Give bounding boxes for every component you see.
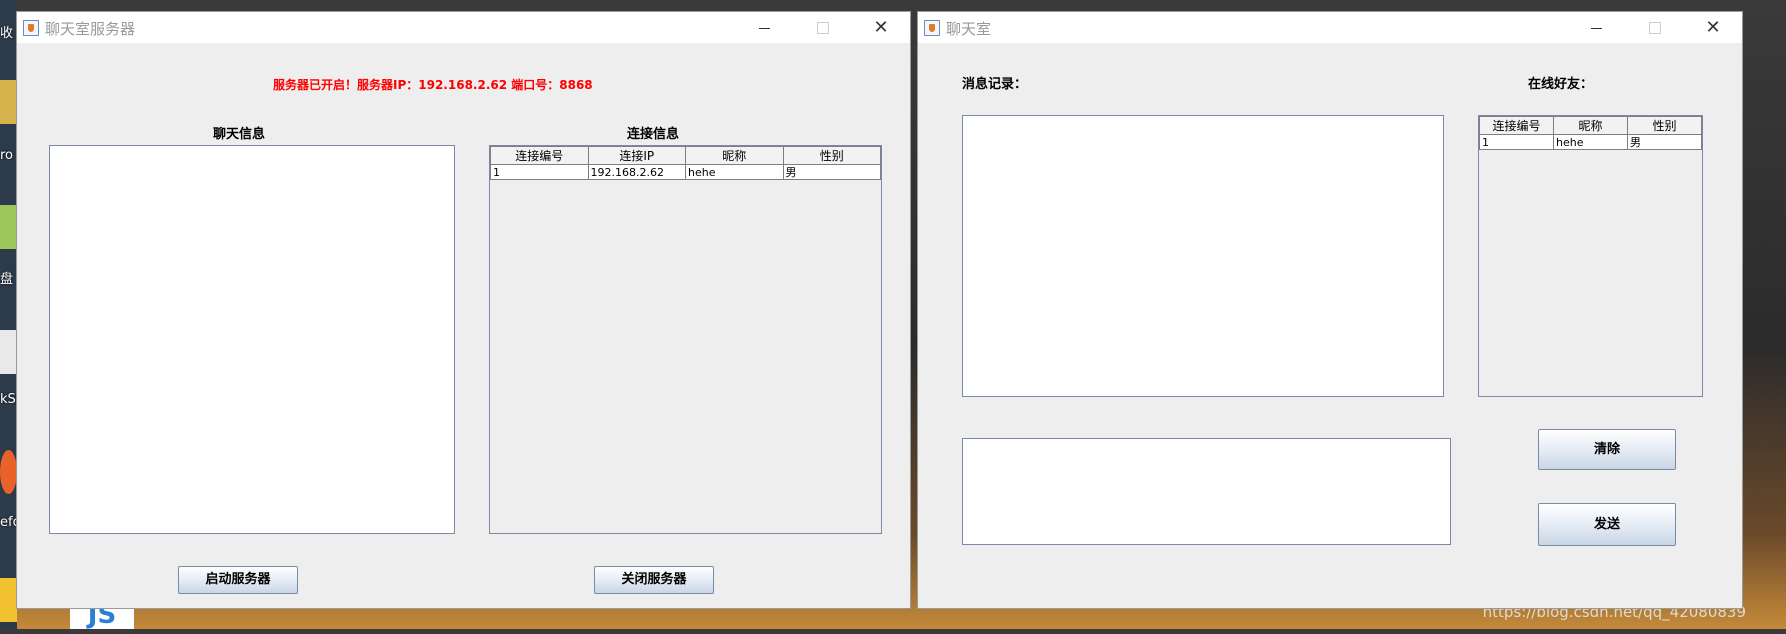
online-friends-table[interactable]: 连接编号 昵称 性别 1 hehe 男 — [1478, 115, 1703, 397]
desktop-icon-label[interactable]: ro — [0, 148, 17, 163]
table-header-row: 连接编号 昵称 性别 — [1479, 116, 1702, 135]
table-cell[interactable]: 1 — [1479, 134, 1554, 150]
column-header-nickname[interactable]: 昵称 — [685, 146, 784, 165]
table-cell[interactable]: 男 — [1627, 134, 1702, 150]
window-title: 聊天室服务器 — [45, 20, 136, 38]
desktop-icon-label[interactable]: kSp — [0, 392, 17, 407]
message-history-label: 消息记录： — [962, 77, 1028, 92]
close-button[interactable]: ✕ — [1684, 12, 1742, 43]
column-header-gender[interactable]: 性别 — [1627, 116, 1702, 135]
table-cell[interactable]: 男 — [782, 164, 881, 180]
table-cell[interactable]: hehe — [685, 164, 784, 180]
desktop-icon-label[interactable]: 盘 — [0, 268, 17, 287]
app-icon[interactable] — [0, 578, 17, 622]
start-server-button[interactable]: 启动服务器 — [178, 566, 298, 594]
minimize-button[interactable] — [736, 12, 794, 43]
column-header-nickname[interactable]: 昵称 — [1553, 116, 1628, 135]
column-header-gender[interactable]: 性别 — [782, 146, 881, 165]
title-bar[interactable]: 聊天室 ✕ — [918, 12, 1742, 43]
close-button[interactable]: ✕ — [852, 12, 910, 43]
send-button[interactable]: 发送 — [1538, 503, 1676, 546]
firefox-icon[interactable] — [0, 450, 17, 494]
folder-icon[interactable] — [0, 80, 17, 124]
table-cell[interactable]: 1 — [490, 164, 589, 180]
maximize-button[interactable] — [1626, 12, 1684, 43]
table-row[interactable]: 1 hehe 男 — [1479, 134, 1702, 150]
maximize-button[interactable] — [794, 12, 852, 43]
minimize-button[interactable] — [1568, 12, 1626, 43]
desktop-icon-strip: 收 ro 盘 kSp efo — [0, 0, 17, 629]
client-window: 聊天室 ✕ 消息记录： 在线好友： 连接编号 昵称 性别 1 hehe 男 清除… — [917, 11, 1743, 609]
document-icon[interactable] — [0, 330, 17, 374]
server-window: 聊天室服务器 ✕ 服务器已开启！服务器IP：192.168.2.62 端口号：8… — [16, 11, 911, 609]
connection-table[interactable]: 连接编号 连接IP 昵称 性别 1 192.168.2.62 hehe 男 — [489, 145, 882, 534]
message-input-textarea[interactable] — [962, 438, 1451, 545]
clear-button[interactable]: 清除 — [1538, 429, 1676, 470]
message-history-textarea[interactable] — [962, 115, 1444, 397]
server-status-text: 服务器已开启！服务器IP：192.168.2.62 端口号：8868 — [273, 78, 593, 92]
column-header-id[interactable]: 连接编号 — [490, 146, 589, 165]
chat-info-textarea[interactable] — [49, 145, 455, 534]
desktop-icon-label[interactable]: efo — [0, 515, 17, 530]
window-title: 聊天室 — [946, 20, 992, 38]
java-icon — [23, 20, 39, 36]
table-header-row: 连接编号 连接IP 昵称 性别 — [490, 146, 881, 165]
chat-info-label: 聊天信息 — [213, 127, 266, 142]
stop-server-button[interactable]: 关闭服务器 — [594, 566, 714, 594]
table-row[interactable]: 1 192.168.2.62 hehe 男 — [490, 164, 881, 180]
table-cell[interactable]: 192.168.2.62 — [587, 164, 686, 180]
title-bar[interactable]: 聊天室服务器 ✕ — [17, 12, 910, 43]
table-cell[interactable]: hehe — [1553, 134, 1628, 150]
desktop-icon-label[interactable]: 收 — [0, 22, 17, 41]
column-header-ip[interactable]: 连接IP — [587, 146, 686, 165]
app-icon[interactable] — [0, 205, 17, 249]
connection-table-grid: 连接编号 连接IP 昵称 性别 1 192.168.2.62 hehe 男 — [490, 146, 881, 180]
java-icon — [924, 20, 940, 36]
online-friends-table-grid: 连接编号 昵称 性别 1 hehe 男 — [1479, 116, 1702, 150]
online-friends-label: 在线好友： — [1528, 77, 1594, 92]
column-header-id[interactable]: 连接编号 — [1479, 116, 1554, 135]
connection-info-label: 连接信息 — [627, 127, 680, 142]
